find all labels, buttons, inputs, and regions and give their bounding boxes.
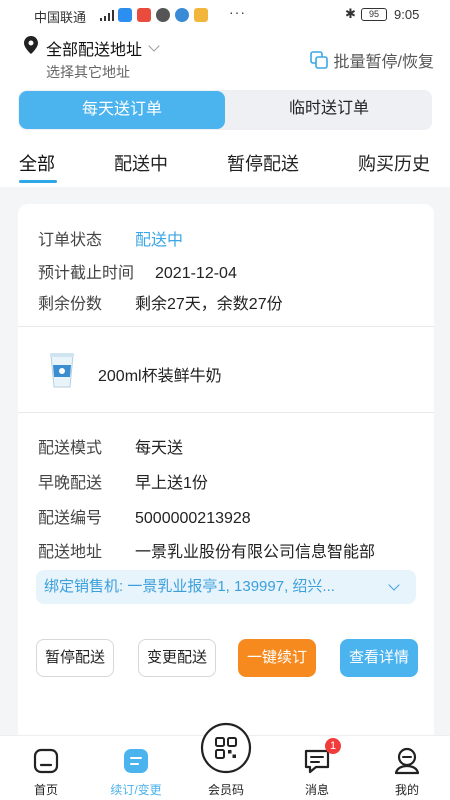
remaining-row: 剩余份数 剩余27天，余数27份 <box>38 290 283 314</box>
segment-temporary-orders[interactable]: 临时送订单 <box>226 90 432 130</box>
delivery-address-value: 一景乳业股份有限公司信息智能部 <box>135 544 376 561</box>
delivery-number-value: 5000000213928 <box>135 510 251 527</box>
milk-cup-image <box>50 353 74 388</box>
message-badge: 1 <box>325 738 341 754</box>
nav-messages-label: 消息 <box>304 783 329 797</box>
app-notification-icon <box>156 8 170 22</box>
delivery-number-label: 配送编号 <box>38 510 103 527</box>
battery-icon: 95 <box>361 8 387 21</box>
pause-delivery-button[interactable]: 暂停配送 <box>36 639 114 677</box>
home-icon <box>33 748 59 774</box>
view-details-button[interactable]: 查看详情 <box>340 639 418 677</box>
order-status-value: 配送中 <box>135 232 184 249</box>
signal-icon <box>100 9 114 21</box>
bound-vending-machine-dropdown[interactable]: 绑定销售机: 一景乳业报亭1, 139997, 绍兴... <box>36 570 416 604</box>
nav-home[interactable]: 首页 <box>6 736 86 800</box>
delivery-number-row: 配送编号 5000000213928 <box>38 504 251 528</box>
tab-paused[interactable]: 暂停配送 <box>227 150 299 176</box>
location-pin-icon <box>24 36 38 54</box>
order-card: 订单状态 配送中 预计截止时间 2021-12-04 剩余份数 剩余27天，余数27份… <box>18 204 434 744</box>
deadline-row: 预计截止时间 2021-12-04 <box>38 259 237 283</box>
deadline-label: 预计截止时间 <box>38 265 135 282</box>
batch-action-label: 批量暂停/恢复 <box>333 54 434 71</box>
header-area: 中国联通 ··· ✱ 95 9:05 全部配送地址 选择其它地址 批量暂停/恢复… <box>0 0 450 187</box>
nav-member-code[interactable]: 会员码 <box>186 722 266 800</box>
nav-profile-label: 我的 <box>394 783 419 797</box>
more-notifications-icon: ··· <box>229 4 246 20</box>
copy-icon <box>309 51 328 69</box>
order-status-label: 订单状态 <box>38 232 103 249</box>
address-title-text: 全部配送地址 <box>46 42 143 59</box>
renew-icon <box>124 749 148 773</box>
delivery-time-value: 早上送1份 <box>135 475 208 492</box>
active-tab-indicator <box>19 180 57 183</box>
app-notification-icon <box>194 8 208 22</box>
change-delivery-button[interactable]: 变更配送 <box>138 639 216 677</box>
member-code-icon <box>200 722 252 774</box>
remaining-label: 剩余份数 <box>38 296 103 313</box>
app-notification-icon <box>118 8 132 22</box>
bound-vending-machine-text: 绑定销售机: 一景乳业报亭1, 139997, 绍兴... <box>44 578 335 595</box>
remaining-value: 剩余27天，余数27份 <box>135 296 283 313</box>
delivery-address-row: 配送地址 一景乳业股份有限公司信息智能部 <box>38 538 375 562</box>
divider <box>18 412 434 413</box>
bluetooth-icon: ✱ <box>345 6 356 21</box>
product-name: 200ml杯装鲜牛奶 <box>98 368 222 385</box>
carrier-name: 中国联通 <box>34 10 87 25</box>
delivery-mode-label: 配送模式 <box>38 440 103 457</box>
renew-button[interactable]: 一键续订 <box>238 639 316 677</box>
nav-messages[interactable]: 1 消息 <box>277 736 357 800</box>
app-notification-icon <box>137 8 151 22</box>
order-status-row: 订单状态 配送中 <box>38 226 183 250</box>
delivery-time-label: 早晚配送 <box>38 475 103 492</box>
divider <box>18 326 434 327</box>
status-tabs: 全部 配送中 暂停配送 购买历史 <box>0 140 450 186</box>
tab-delivering[interactable]: 配送中 <box>114 150 168 176</box>
delivery-mode-row: 配送模式 每天送 <box>38 434 183 458</box>
profile-icon <box>394 747 420 775</box>
nav-renew-change-label: 续订/变更 <box>110 783 162 797</box>
address-selector[interactable]: 全部配送地址 选择其它地址 批量暂停/恢复 <box>0 32 450 84</box>
nav-profile[interactable]: 我的 <box>367 736 447 800</box>
chevron-down-icon <box>148 40 160 52</box>
delivery-address-label: 配送地址 <box>38 544 103 561</box>
batch-pause-resume-button[interactable]: 批量暂停/恢复 <box>309 48 434 72</box>
nav-renew-change[interactable]: 续订/变更 <box>96 736 176 800</box>
status-bar: 中国联通 ··· ✱ 95 9:05 <box>0 0 450 30</box>
app-notification-icon <box>175 8 189 22</box>
tab-all[interactable]: 全部 <box>19 150 55 176</box>
notification-icons <box>118 8 208 22</box>
clock: 9:05 <box>394 7 420 22</box>
delivery-time-row: 早晚配送 早上送1份 <box>38 469 208 493</box>
delivery-mode-value: 每天送 <box>135 440 184 457</box>
address-subtitle[interactable]: 选择其它地址 <box>46 62 130 82</box>
address-title[interactable]: 全部配送地址 <box>46 36 160 60</box>
deadline-value: 2021-12-04 <box>155 265 237 282</box>
order-type-segment: 每天送订单 临时送订单 <box>18 90 432 130</box>
tab-purchase-history[interactable]: 购买历史 <box>358 150 430 176</box>
nav-member-code-label: 会员码 <box>207 783 244 797</box>
nav-home-label: 首页 <box>33 783 58 797</box>
bottom-navigation: 首页 续订/变更 会员码 1 消息 我的 <box>0 722 450 800</box>
chevron-down-icon <box>388 579 400 591</box>
segment-daily-orders[interactable]: 每天送订单 <box>19 91 225 129</box>
